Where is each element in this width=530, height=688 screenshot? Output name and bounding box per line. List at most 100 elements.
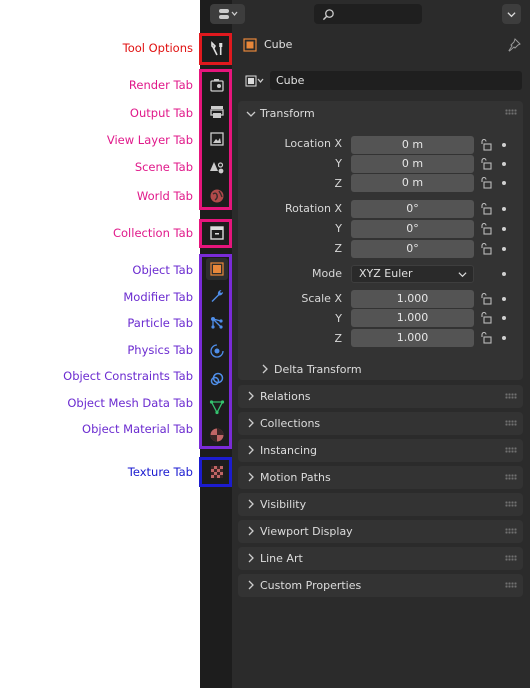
- label-particle-tab: Particle Tab: [127, 316, 193, 330]
- object-square-icon: [243, 38, 257, 52]
- search-input[interactable]: [314, 4, 422, 24]
- label-object-tab: Object Tab: [132, 263, 193, 277]
- keyframe-dot[interactable]: [502, 247, 506, 251]
- lock-icon[interactable]: [480, 243, 492, 255]
- delta-transform-title[interactable]: Delta Transform: [274, 363, 362, 376]
- tool-options-highlight: [199, 33, 232, 65]
- rotation-x-field[interactable]: 0°: [351, 200, 474, 218]
- panel-grip-handle[interactable]: [505, 109, 517, 115]
- label-material-tab: Object Material Tab: [82, 422, 193, 436]
- rotation-z-field[interactable]: 0°: [351, 240, 474, 258]
- panel-grip-handle[interactable]: [505, 582, 517, 588]
- label-scene-tab: Scene Tab: [134, 160, 193, 174]
- label-output-tab: Output Tab: [129, 106, 193, 120]
- section-title: Motion Paths: [260, 471, 331, 484]
- scale-z-label: Z: [334, 332, 342, 345]
- chevron-right-icon: [248, 445, 254, 455]
- section-header[interactable]: Instancing: [238, 439, 523, 462]
- chevron-right-icon: [248, 391, 254, 401]
- panel-grip-handle[interactable]: [505, 528, 517, 534]
- keyframe-dot[interactable]: [502, 181, 506, 185]
- collection-tab-highlight: [199, 219, 232, 248]
- panel-grip-handle[interactable]: [505, 420, 517, 426]
- section-title: Viewport Display: [260, 525, 353, 538]
- location-y-field[interactable]: 0 m: [351, 155, 474, 173]
- scale-y-field[interactable]: 1.000: [351, 309, 474, 327]
- lock-icon[interactable]: [480, 139, 492, 151]
- section-title: Instancing: [260, 444, 318, 457]
- lock-icon[interactable]: [480, 177, 492, 189]
- keyframe-dot[interactable]: [502, 207, 506, 211]
- panel-grip-handle[interactable]: [505, 393, 517, 399]
- chevron-right-icon: [248, 526, 254, 536]
- keyframe-dot[interactable]: [502, 336, 506, 340]
- scene-tabs-highlight: [199, 69, 232, 210]
- options-dropdown-button[interactable]: [502, 4, 521, 24]
- lock-icon[interactable]: [480, 293, 492, 305]
- label-constraints-tab: Object Constraints Tab: [63, 369, 193, 383]
- section-header[interactable]: Visibility: [238, 493, 523, 516]
- keyframe-dot[interactable]: [502, 227, 506, 231]
- section-title: Relations: [260, 390, 311, 403]
- chevron-right-icon: [248, 580, 254, 590]
- lock-icon[interactable]: [480, 203, 492, 215]
- mode-label: Mode: [312, 267, 342, 280]
- label-render-tab: Render Tab: [128, 78, 193, 92]
- scale-x-label: Scale X: [301, 292, 342, 305]
- lock-icon[interactable]: [480, 332, 492, 344]
- section-title: Visibility: [260, 498, 307, 511]
- label-physics-tab: Physics Tab: [127, 343, 193, 357]
- scale-z-field[interactable]: 1.000: [351, 329, 474, 347]
- keyframe-dot[interactable]: [502, 162, 506, 166]
- keyframe-dot[interactable]: [502, 143, 506, 147]
- section-header[interactable]: Line Art: [238, 547, 523, 570]
- section-title: Custom Properties: [260, 579, 362, 592]
- label-mesh-data-tab: Object Mesh Data Tab: [67, 396, 193, 410]
- rotation-x-label: Rotation X: [284, 202, 342, 215]
- chevron-down-icon: [458, 272, 467, 278]
- section-header[interactable]: Relations: [238, 385, 523, 408]
- section-header[interactable]: Custom Properties: [238, 574, 523, 597]
- panel-grip-handle[interactable]: [505, 501, 517, 507]
- editor-type-button[interactable]: [210, 4, 245, 24]
- section-header[interactable]: Motion Paths: [238, 466, 523, 489]
- scale-y-label: Y: [335, 312, 342, 325]
- panel-grip-handle[interactable]: [505, 447, 517, 453]
- lock-icon[interactable]: [480, 158, 492, 170]
- label-view-layer-tab: View Layer Tab: [106, 133, 193, 147]
- label-texture-tab: Texture Tab: [127, 465, 193, 479]
- scale-x-field[interactable]: 1.000: [351, 290, 474, 308]
- rotation-y-label: Y: [335, 222, 342, 235]
- object-name: Cube: [264, 38, 293, 51]
- chevron-right-icon: [248, 418, 254, 428]
- location-x-field[interactable]: 0 m: [351, 136, 474, 154]
- chevron-right-icon: [248, 472, 254, 482]
- panel-grip-handle[interactable]: [505, 555, 517, 561]
- properties-header: [210, 0, 530, 30]
- chevron-right-icon: [248, 553, 254, 563]
- rotation-y-field[interactable]: 0°: [351, 220, 474, 238]
- mode-value: XYZ Euler: [359, 267, 413, 280]
- keyframe-dot[interactable]: [502, 297, 506, 301]
- keyframe-dot[interactable]: [502, 316, 506, 320]
- lock-icon[interactable]: [480, 312, 492, 324]
- location-z-field[interactable]: 0 m: [351, 174, 474, 192]
- section-header[interactable]: Viewport Display: [238, 520, 523, 543]
- panel-grip-handle[interactable]: [505, 474, 517, 480]
- transform-title[interactable]: Transform: [260, 107, 315, 120]
- datablock-name-field[interactable]: Cube: [270, 71, 522, 90]
- location-x-label: Location X: [284, 137, 342, 150]
- chevron-right-icon: [248, 499, 254, 509]
- cube-square-icon: [245, 75, 264, 86]
- keyframe-dot[interactable]: [502, 272, 506, 276]
- chevron-down-icon[interactable]: [246, 109, 256, 119]
- label-world-tab: World Tab: [136, 189, 193, 203]
- datablock-type-button[interactable]: [240, 71, 270, 90]
- chevron-right-icon[interactable]: [260, 364, 270, 374]
- lock-icon[interactable]: [480, 223, 492, 235]
- chevron-down-icon: [507, 11, 516, 17]
- mode-dropdown[interactable]: XYZ Euler: [351, 265, 474, 283]
- section-header[interactable]: Collections: [238, 412, 523, 435]
- section-title: Collections: [260, 417, 321, 430]
- pin-icon[interactable]: [507, 38, 521, 52]
